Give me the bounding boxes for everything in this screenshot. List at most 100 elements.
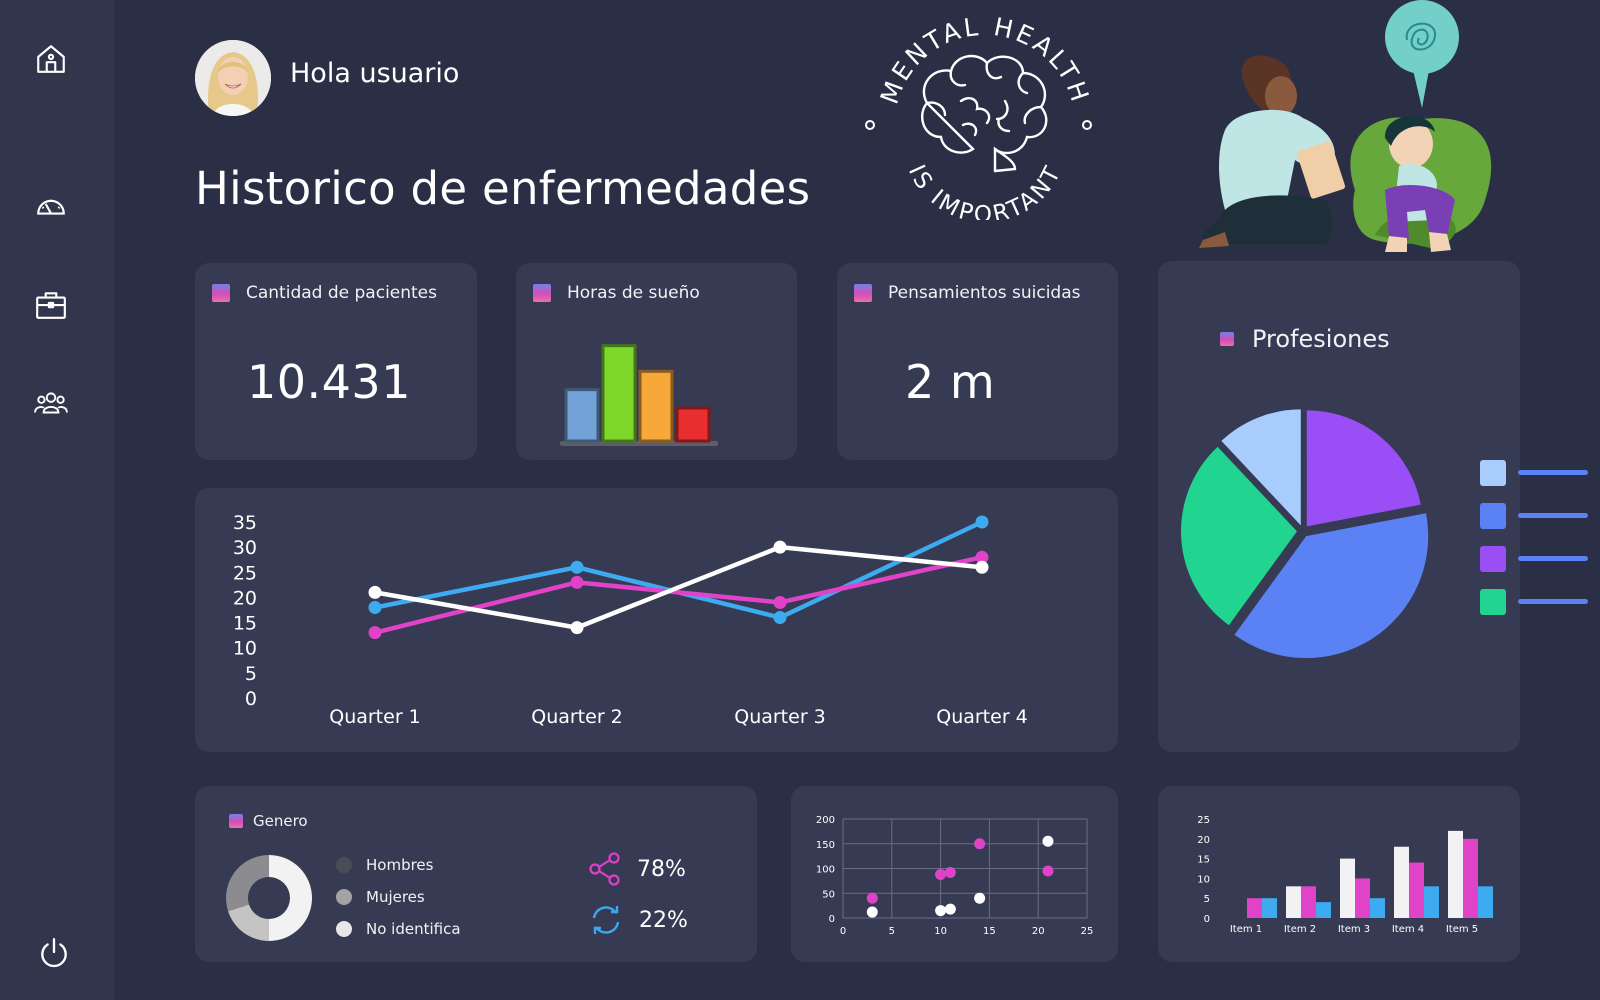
line-point bbox=[975, 560, 989, 574]
scatter-chart: 0 5 10 15 20 25 0 50 100 150 200 bbox=[816, 815, 1094, 937]
scatter-point bbox=[1042, 835, 1054, 847]
profesiones-card[interactable]: Profesiones bbox=[1158, 261, 1520, 752]
share-value: 78% bbox=[637, 856, 686, 882]
x-tick-label: 20 bbox=[1032, 926, 1045, 937]
card-marker-icon bbox=[1220, 332, 1234, 346]
x-tick-label: 25 bbox=[1081, 926, 1094, 937]
scatter-point bbox=[1042, 865, 1054, 877]
y-tick-label: 0 bbox=[1204, 914, 1210, 925]
sleep-bar bbox=[675, 406, 711, 443]
sleep-bar bbox=[638, 369, 674, 443]
line-point bbox=[368, 585, 382, 599]
x-tick-label: 15 bbox=[983, 926, 996, 937]
briefcase-icon[interactable] bbox=[33, 287, 69, 323]
y-tick-label: 25 bbox=[233, 562, 257, 584]
sleep-label: Horas de sueño bbox=[567, 283, 700, 303]
scatter-point bbox=[974, 892, 986, 904]
grouped-bar bbox=[1370, 898, 1385, 918]
card-marker-icon bbox=[854, 284, 872, 302]
donut-slice bbox=[228, 904, 269, 941]
x-tick-label: Item 5 bbox=[1446, 924, 1478, 935]
share-icon bbox=[589, 852, 620, 886]
genero-donut-chart bbox=[226, 855, 312, 941]
y-tick-label: 20 bbox=[233, 587, 257, 609]
patients-value: 10.431 bbox=[247, 355, 411, 409]
x-tick-label: Quarter 3 bbox=[734, 706, 826, 728]
legend-mujeres: Mujeres bbox=[336, 888, 425, 906]
x-tick-label: Quarter 4 bbox=[936, 706, 1028, 728]
y-tick-label: 15 bbox=[233, 613, 257, 635]
grouped-bar bbox=[1355, 878, 1370, 918]
line-point bbox=[368, 600, 382, 614]
patients-card[interactable]: Cantidad de pacientes 10.431 bbox=[195, 263, 477, 460]
profesiones-legend-line bbox=[1518, 513, 1588, 518]
sleep-bar bbox=[564, 388, 600, 443]
pie-slice bbox=[1306, 410, 1421, 527]
scatter-card[interactable]: 0 5 10 15 20 25 0 50 100 150 200 bbox=[791, 786, 1118, 962]
grouped-bar bbox=[1301, 886, 1316, 918]
home-icon[interactable] bbox=[33, 41, 69, 77]
x-tick-label: 10 bbox=[934, 926, 947, 937]
y-tick-label: 10 bbox=[233, 638, 257, 660]
y-tick-label: 0 bbox=[245, 688, 257, 710]
line-point bbox=[773, 540, 787, 554]
grouped-bar-card[interactable]: 0 5 10 15 20 25 Item 1 Item 2 Item 3 Item 4 Item 5 bbox=[1158, 786, 1520, 962]
donut-slice bbox=[269, 855, 312, 941]
sleep-bar bbox=[601, 344, 637, 443]
refresh-stat: 22% bbox=[589, 904, 688, 936]
y-tick-label: 200 bbox=[816, 815, 835, 826]
grouped-bar bbox=[1340, 858, 1355, 918]
x-tick-label: Quarter 2 bbox=[531, 706, 623, 728]
greeting: Hola usuario bbox=[290, 58, 460, 89]
y-tick-label: 150 bbox=[816, 840, 835, 851]
x-tick-label: 0 bbox=[840, 926, 846, 937]
grouped-bar bbox=[1478, 886, 1493, 918]
x-tick-label: Item 2 bbox=[1284, 924, 1316, 935]
grouped-bar bbox=[1247, 898, 1262, 918]
profesiones-pie-chart bbox=[1181, 409, 1429, 659]
suicidal-card[interactable]: Pensamientos suicidas 2 m bbox=[837, 263, 1118, 460]
therapy-illustration bbox=[1185, 0, 1530, 265]
line-point bbox=[368, 626, 382, 640]
y-tick-label: 100 bbox=[816, 865, 835, 876]
genero-card[interactable]: Genero Hombres Mujeres No identifica 78%… bbox=[195, 786, 757, 962]
profesiones-legend-line bbox=[1518, 556, 1588, 561]
y-tick-label: 30 bbox=[233, 537, 257, 559]
line-series bbox=[374, 555, 983, 635]
sidebar bbox=[0, 0, 114, 1000]
grouped-bar-chart: 0 5 10 15 20 25 Item 1 Item 2 Item 3 Item 4 Item 5 bbox=[1197, 815, 1493, 935]
card-marker-icon bbox=[229, 814, 243, 828]
card-marker-icon bbox=[212, 284, 230, 302]
y-tick-label: 35 bbox=[233, 512, 257, 534]
suicidal-value: 2 m bbox=[905, 355, 996, 409]
profesiones-legend-swatch bbox=[1480, 589, 1506, 615]
users-icon[interactable] bbox=[33, 386, 69, 422]
profesiones-legend-line bbox=[1518, 599, 1588, 604]
line-point bbox=[570, 575, 584, 589]
profesiones-label: Profesiones bbox=[1252, 325, 1390, 353]
genero-label: Genero bbox=[253, 812, 308, 830]
sleep-card[interactable]: Horas de sueño bbox=[516, 263, 797, 460]
share-stat: 78% bbox=[589, 852, 686, 886]
legend-dot bbox=[336, 921, 352, 937]
legend-dot bbox=[336, 857, 352, 873]
mental-health-badge: MENTAL HEALTH IS IMPORTANT bbox=[865, 12, 1105, 228]
x-tick-label: Quarter 1 bbox=[329, 706, 421, 728]
refresh-value: 22% bbox=[639, 907, 688, 933]
donut-slice bbox=[226, 855, 269, 912]
speedometer-icon[interactable] bbox=[33, 187, 69, 223]
power-icon[interactable] bbox=[36, 935, 72, 971]
sleep-bar-chart bbox=[560, 344, 718, 446]
scatter-point bbox=[944, 866, 956, 878]
legend-no-identifica: No identifica bbox=[336, 920, 461, 938]
y-tick-label: 15 bbox=[1197, 855, 1210, 866]
avatar[interactable] bbox=[195, 40, 271, 116]
profesiones-legend-swatch bbox=[1480, 503, 1506, 529]
profesiones-legend-swatch bbox=[1480, 546, 1506, 572]
line-chart-card[interactable]: 0 5 10 15 20 25 30 35 Quarter 1 Quarter 2 Quarter … bbox=[195, 488, 1118, 752]
scatter-point bbox=[866, 892, 878, 904]
line-point bbox=[773, 595, 787, 609]
badge-bottom-text: IS IMPORTANT bbox=[903, 161, 1067, 220]
grouped-bar bbox=[1409, 862, 1424, 918]
profesiones-legend-line bbox=[1518, 470, 1588, 475]
